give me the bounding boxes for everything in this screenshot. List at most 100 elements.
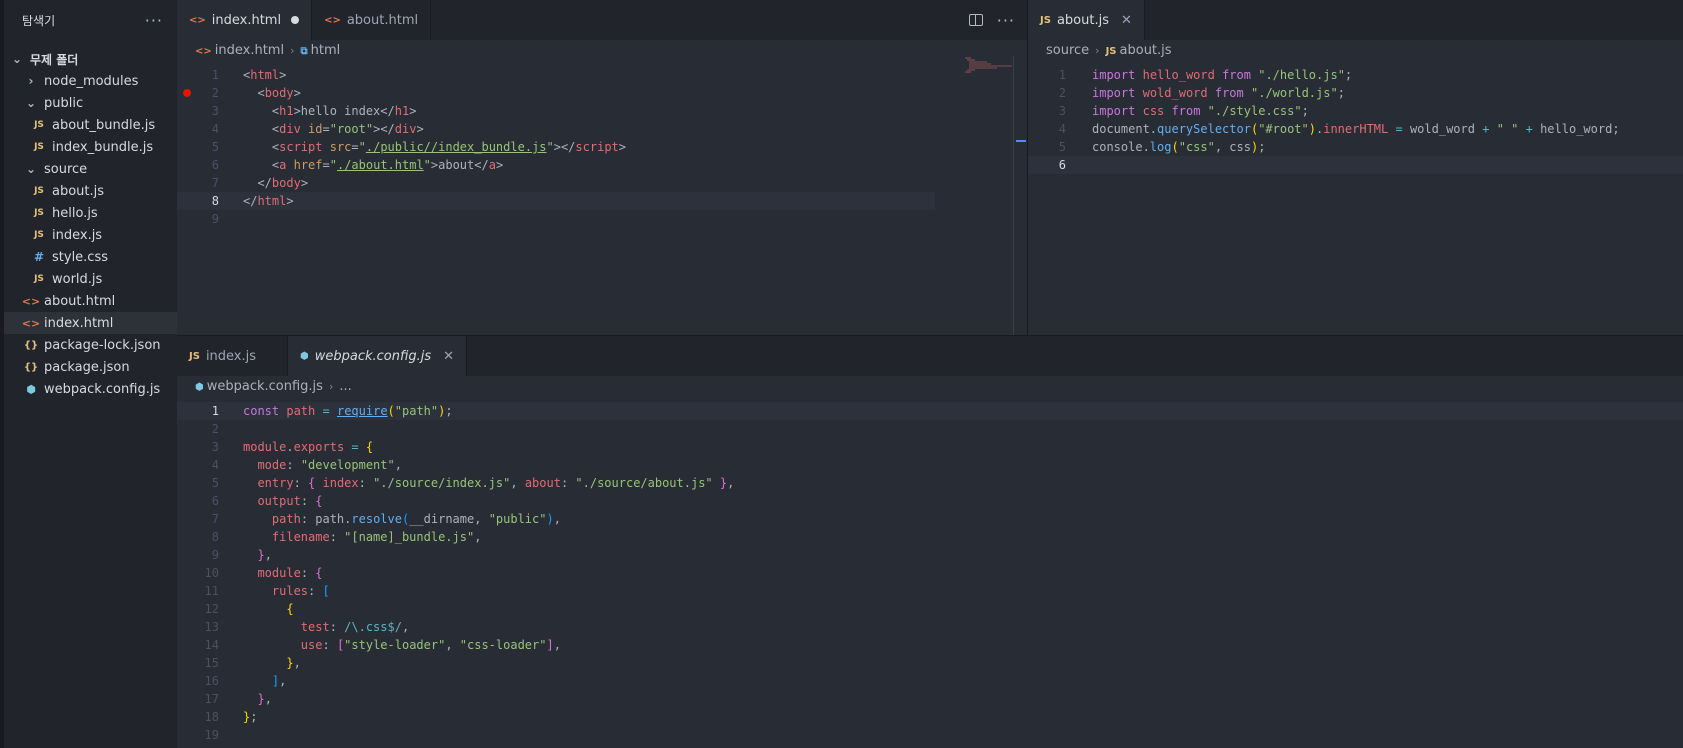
line-number[interactable]: 3 xyxy=(1028,102,1066,120)
line-number[interactable]: 5 xyxy=(177,138,219,156)
tree-item[interactable]: JS about.js xyxy=(4,180,177,202)
tree-item[interactable]: {} package.json xyxy=(4,356,177,378)
line-number[interactable]: 6 xyxy=(177,492,219,510)
json-file-icon: {} xyxy=(23,339,39,351)
breadcrumb-item[interactable]: ⬢ webpack.config.js xyxy=(195,379,323,394)
line-number[interactable]: 13 xyxy=(177,618,219,636)
breadcrumb-item[interactable]: ... xyxy=(339,379,351,394)
code-line: 1 import hello_word from "./hello.js"; xyxy=(1028,66,1683,84)
line-number[interactable]: 7 xyxy=(177,174,219,192)
explorer-header: 탐색기 ··· xyxy=(4,0,177,40)
vertical-scrollbar[interactable] xyxy=(1013,56,1027,335)
line-number[interactable]: 4 xyxy=(177,456,219,474)
tree-item[interactable]: JS index_bundle.js xyxy=(4,136,177,158)
line-number[interactable]: 17 xyxy=(177,690,219,708)
breadcrumb-item[interactable]: ⧉ html xyxy=(300,43,340,58)
tree-item[interactable]: ⌄ public xyxy=(4,92,177,114)
line-number[interactable]: 18 xyxy=(177,708,219,726)
tab-bar: JS about.js ✕ xyxy=(1028,0,1683,40)
close-icon[interactable]: ✕ xyxy=(443,349,454,364)
line-number[interactable]: 15 xyxy=(177,654,219,672)
line-number[interactable]: 1 xyxy=(177,402,219,420)
minimap[interactable] xyxy=(957,56,1017,76)
code-token: , xyxy=(474,530,482,544)
code-editor[interactable]: 1 <html> 2 <body> 3 <h1>hello index</h1> 4 <… xyxy=(177,66,1027,228)
tree-item[interactable]: JS index.js xyxy=(4,224,177,246)
line-number[interactable]: 8 xyxy=(177,528,219,546)
tab-about-js[interactable]: JS about.js ✕ xyxy=(1028,0,1145,40)
tree-item[interactable]: # style.css xyxy=(4,246,177,268)
close-icon[interactable]: ✕ xyxy=(1121,13,1132,28)
code-token: src xyxy=(329,140,352,154)
js-file-icon: JS xyxy=(34,142,44,152)
line-number[interactable]: 1 xyxy=(1028,66,1066,84)
tree-item[interactable]: JS about_bundle.js xyxy=(4,114,177,136)
line-number[interactable]: 10 xyxy=(177,564,219,582)
code-token: a xyxy=(488,158,496,172)
tree-item[interactable]: <> index.html xyxy=(4,312,177,334)
tab-about-html[interactable]: <> about.html xyxy=(312,0,432,40)
code-token: "style-loader" xyxy=(344,638,446,652)
line-number[interactable]: 12 xyxy=(177,600,219,618)
line-number[interactable]: 6 xyxy=(177,156,219,174)
split-editor-icon[interactable] xyxy=(968,14,983,26)
workspace-folder-label: 무제 폴더 xyxy=(30,52,79,67)
line-number[interactable]: 14 xyxy=(177,636,219,654)
tree-item[interactable]: JS hello.js xyxy=(4,202,177,224)
line-number[interactable]: 2 xyxy=(1028,84,1066,102)
tree-item[interactable]: <> about.html xyxy=(4,290,177,312)
line-number[interactable]: 3 xyxy=(177,102,219,120)
code-token: "root" xyxy=(329,122,374,136)
explorer-more-icon[interactable]: ··· xyxy=(145,11,163,30)
line-number[interactable]: 4 xyxy=(1028,120,1066,138)
tree-item[interactable]: JS world.js xyxy=(4,268,177,290)
tab-index-js[interactable]: JS index.js xyxy=(177,336,288,376)
line-number[interactable]: 5 xyxy=(177,474,219,492)
code-token: const xyxy=(243,404,280,418)
line-number[interactable]: 2 xyxy=(177,420,219,438)
code-line: 10 module: { xyxy=(177,564,1683,582)
tab-label: about.js xyxy=(1056,12,1109,28)
line-number[interactable]: 4 xyxy=(177,120,219,138)
tree-item[interactable]: ⬢ webpack.config.js xyxy=(4,378,177,400)
code-text: <html> xyxy=(243,66,286,84)
code-editor[interactable]: 1 const path = require("path"); 2 3 module.e… xyxy=(177,402,1683,744)
tab-bar: <> index.html <> about.html ··· xyxy=(177,0,1027,40)
tab-webpack-config-js[interactable]: ⬢ webpack.config.js ✕ xyxy=(288,336,468,376)
code-text: rules: [ xyxy=(243,582,330,600)
code-token: </ xyxy=(243,176,272,190)
line-number[interactable]: 19 xyxy=(177,726,219,744)
code-line: 8 filename: "[name]_bundle.js", xyxy=(177,528,1683,546)
line-number[interactable]: 6 xyxy=(1028,156,1066,174)
unsaved-dot-icon[interactable] xyxy=(291,16,300,24)
tree-item[interactable]: › node_modules xyxy=(4,70,177,92)
line-number[interactable]: 5 xyxy=(1028,138,1066,156)
code-token: , xyxy=(264,692,272,706)
line-number[interactable]: 9 xyxy=(177,210,219,228)
breakpoint-icon[interactable] xyxy=(183,89,191,97)
tree-item[interactable]: ⌄ source xyxy=(4,158,177,180)
workspace-folder[interactable]: ⌄ 무제 폴더 xyxy=(4,48,177,70)
tree-item[interactable]: {} package-lock.json xyxy=(4,334,177,356)
line-number[interactable]: 8 xyxy=(177,192,219,210)
line-number[interactable]: 16 xyxy=(177,672,219,690)
line-number[interactable]: 1 xyxy=(177,66,219,84)
line-number[interactable]: 11 xyxy=(177,582,219,600)
line-number[interactable]: 7 xyxy=(177,510,219,528)
code-editor[interactable]: 1 import hello_word from "./hello.js"; 2 im… xyxy=(1028,66,1683,174)
line-number[interactable]: 9 xyxy=(177,546,219,564)
code-line: 6 xyxy=(1028,156,1683,174)
breadcrumb-item[interactable]: source xyxy=(1046,43,1089,58)
tab-index-html[interactable]: <> index.html xyxy=(177,0,313,40)
line-number[interactable]: 3 xyxy=(177,438,219,456)
code-token: = xyxy=(351,440,359,454)
breadcrumb-item[interactable]: <> index.html xyxy=(195,43,284,58)
more-actions-icon[interactable]: ··· xyxy=(997,11,1015,30)
breadcrumb-item[interactable]: JS about.js xyxy=(1106,43,1172,58)
chevron-right-icon: › xyxy=(1095,43,1100,57)
code-text: import css from "./style.css"; xyxy=(1092,102,1309,120)
